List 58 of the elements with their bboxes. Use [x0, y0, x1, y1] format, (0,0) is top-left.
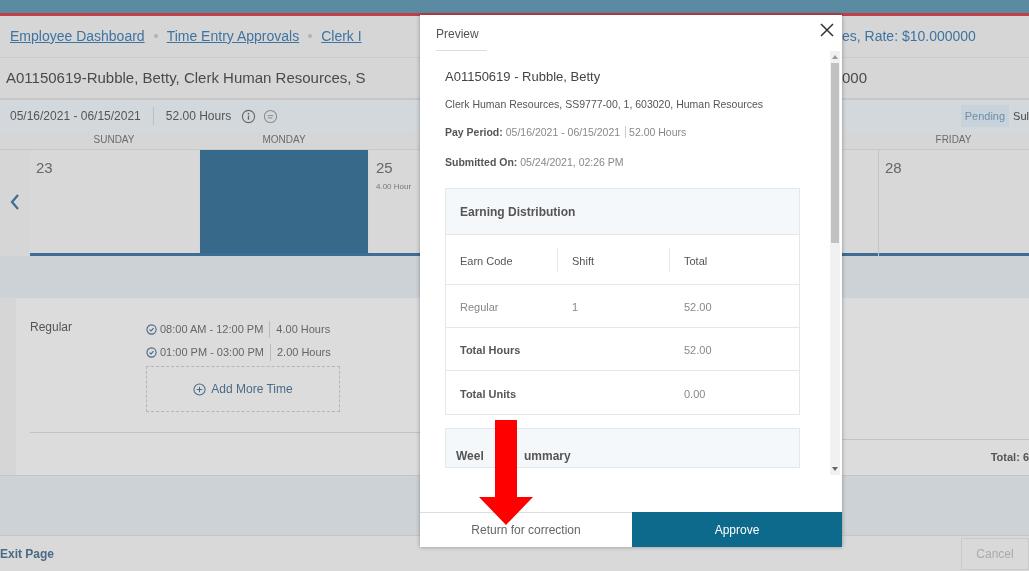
time-range: 08:00 AM - 12:00 PM	[160, 321, 271, 338]
return-for-correction-button[interactable]: Return for correction	[420, 512, 632, 547]
column-header: Earn Code	[460, 254, 513, 267]
breadcrumb-link[interactable]: es, Rate: $10.000000	[842, 26, 976, 47]
table-cell: 52.00	[684, 301, 712, 313]
total-label: Total: 6	[990, 450, 1029, 466]
day-date: 25	[376, 160, 394, 175]
breadcrumb-link[interactable]: Time Entry Approvals	[166, 26, 300, 47]
table-cell: Total Units	[460, 387, 516, 400]
employee-name: A01150619 - Rubble, Betty	[445, 68, 602, 86]
exit-page-link[interactable]: Exit Page	[0, 544, 55, 563]
close-button[interactable]	[818, 21, 836, 39]
pay-period: 05/16/2021 - 06/15/2021	[10, 107, 154, 125]
card-title: Earning Distribution	[460, 203, 576, 221]
dialog-title: Preview	[436, 25, 487, 51]
time-range: 01:00 PM - 03:00 PM	[160, 344, 271, 361]
job-description: Clerk Human Resources, SS9777-00, 1, 603020, Human Resources	[445, 96, 765, 112]
day-hours: 4.00 Hour	[376, 181, 413, 193]
scroll-down-icon[interactable]	[832, 467, 838, 471]
table-cell: 52.00	[684, 344, 712, 356]
plus-circle-icon	[193, 382, 207, 396]
table-cell: 1	[572, 301, 579, 313]
scrollbar-thumb[interactable]	[831, 63, 839, 243]
status-badge: Pending	[960, 104, 1010, 128]
breadcrumb-link[interactable]: Clerk I	[321, 26, 362, 47]
time-hours: 2.00 Hours	[275, 345, 331, 361]
scrollbar[interactable]	[830, 51, 840, 475]
table-cell: Regular	[460, 301, 499, 313]
day-name: MONDAY	[262, 133, 306, 147]
time-hours: 4.00 Hours	[275, 322, 331, 338]
add-more-time-button[interactable]: Add More Time	[146, 366, 340, 412]
chevron-left-icon[interactable]	[10, 193, 20, 210]
comment-icon[interactable]	[263, 108, 279, 124]
page-title: A01150619-Rubble, Betty, Clerk Human Resources, S	[6, 67, 366, 88]
day-cell[interactable]	[200, 150, 368, 256]
card-title: Weel	[456, 448, 485, 465]
close-icon	[819, 22, 835, 38]
page-title: 000	[842, 67, 868, 88]
card-title: ummary	[524, 448, 571, 465]
table-cell: Total Hours	[460, 344, 521, 356]
day-name: FRIDAY	[935, 133, 972, 147]
day-date: 28	[885, 160, 903, 175]
earn-code: Regular	[30, 319, 74, 336]
clock-icon	[146, 347, 157, 358]
clock-icon	[146, 324, 157, 335]
table-cell: 0.00	[684, 387, 706, 400]
scroll-up-icon[interactable]	[832, 55, 838, 59]
approve-button[interactable]: Approve	[632, 512, 842, 547]
column-header: Shift	[572, 254, 594, 267]
breadcrumb-link[interactable]: Employee Dashboard	[10, 26, 145, 47]
submitted-line: Submitted On: 05/24/2021, 02:26 PM	[445, 155, 625, 171]
status-text: Sul	[1013, 108, 1029, 124]
column-header: Total	[684, 254, 708, 267]
total-hours: 52.00 Hours	[164, 108, 232, 125]
pay-period-line: Pay Period: 05/16/2021 - 06/15/2021 52.00 Hours	[445, 124, 688, 140]
day-name: SUNDAY	[93, 133, 135, 147]
info-icon[interactable]	[241, 108, 257, 124]
day-date: 23	[36, 160, 54, 175]
